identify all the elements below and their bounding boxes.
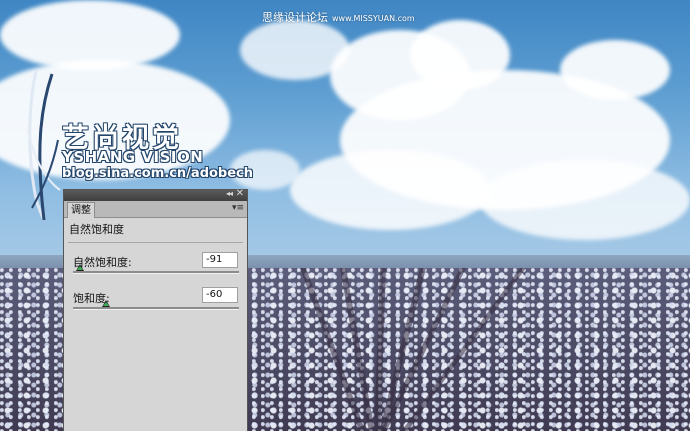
panel-titlebar[interactable]: ◂◂ ✕: [64, 188, 247, 201]
logo-url-text: blog.sina.com.cn/adobech: [62, 166, 254, 181]
watermark-site-cn: 思缘设计论坛: [262, 11, 328, 24]
collapse-panel-icon[interactable]: ◂◂: [226, 189, 233, 198]
logo-english-text: YSHANG VISION: [62, 148, 204, 166]
watermark-site: 思缘设计论坛 www.MISSYUAN.com: [262, 9, 415, 25]
watermark-site-url: www.MISSYUAN.com: [332, 14, 415, 23]
saturation-input[interactable]: -60: [202, 287, 238, 303]
panel-menu-icon[interactable]: ▾≡: [232, 203, 244, 213]
panel-tab-row: 调整 ▾≡: [64, 201, 247, 218]
vibrance-slider-thumb[interactable]: [76, 264, 85, 271]
vibrance-slider[interactable]: [73, 264, 239, 274]
cloud: [290, 150, 490, 230]
adjustments-panel: ◂◂ ✕ 调整 ▾≡ 自然饱和度 自然饱和度: -91 饱和度: -60: [63, 188, 248, 431]
cloud: [480, 160, 690, 240]
saturation-slider-thumb[interactable]: [102, 300, 111, 307]
cloud: [560, 40, 670, 100]
divider: [68, 242, 243, 243]
tab-adjustments[interactable]: 调整: [67, 202, 95, 218]
adjustment-title: 自然饱和度: [69, 223, 124, 236]
vibrance-input[interactable]: -91: [202, 252, 238, 268]
saturation-slider[interactable]: [73, 300, 239, 310]
logo-mark-icon: [27, 70, 61, 220]
close-panel-icon[interactable]: ✕: [236, 188, 244, 199]
